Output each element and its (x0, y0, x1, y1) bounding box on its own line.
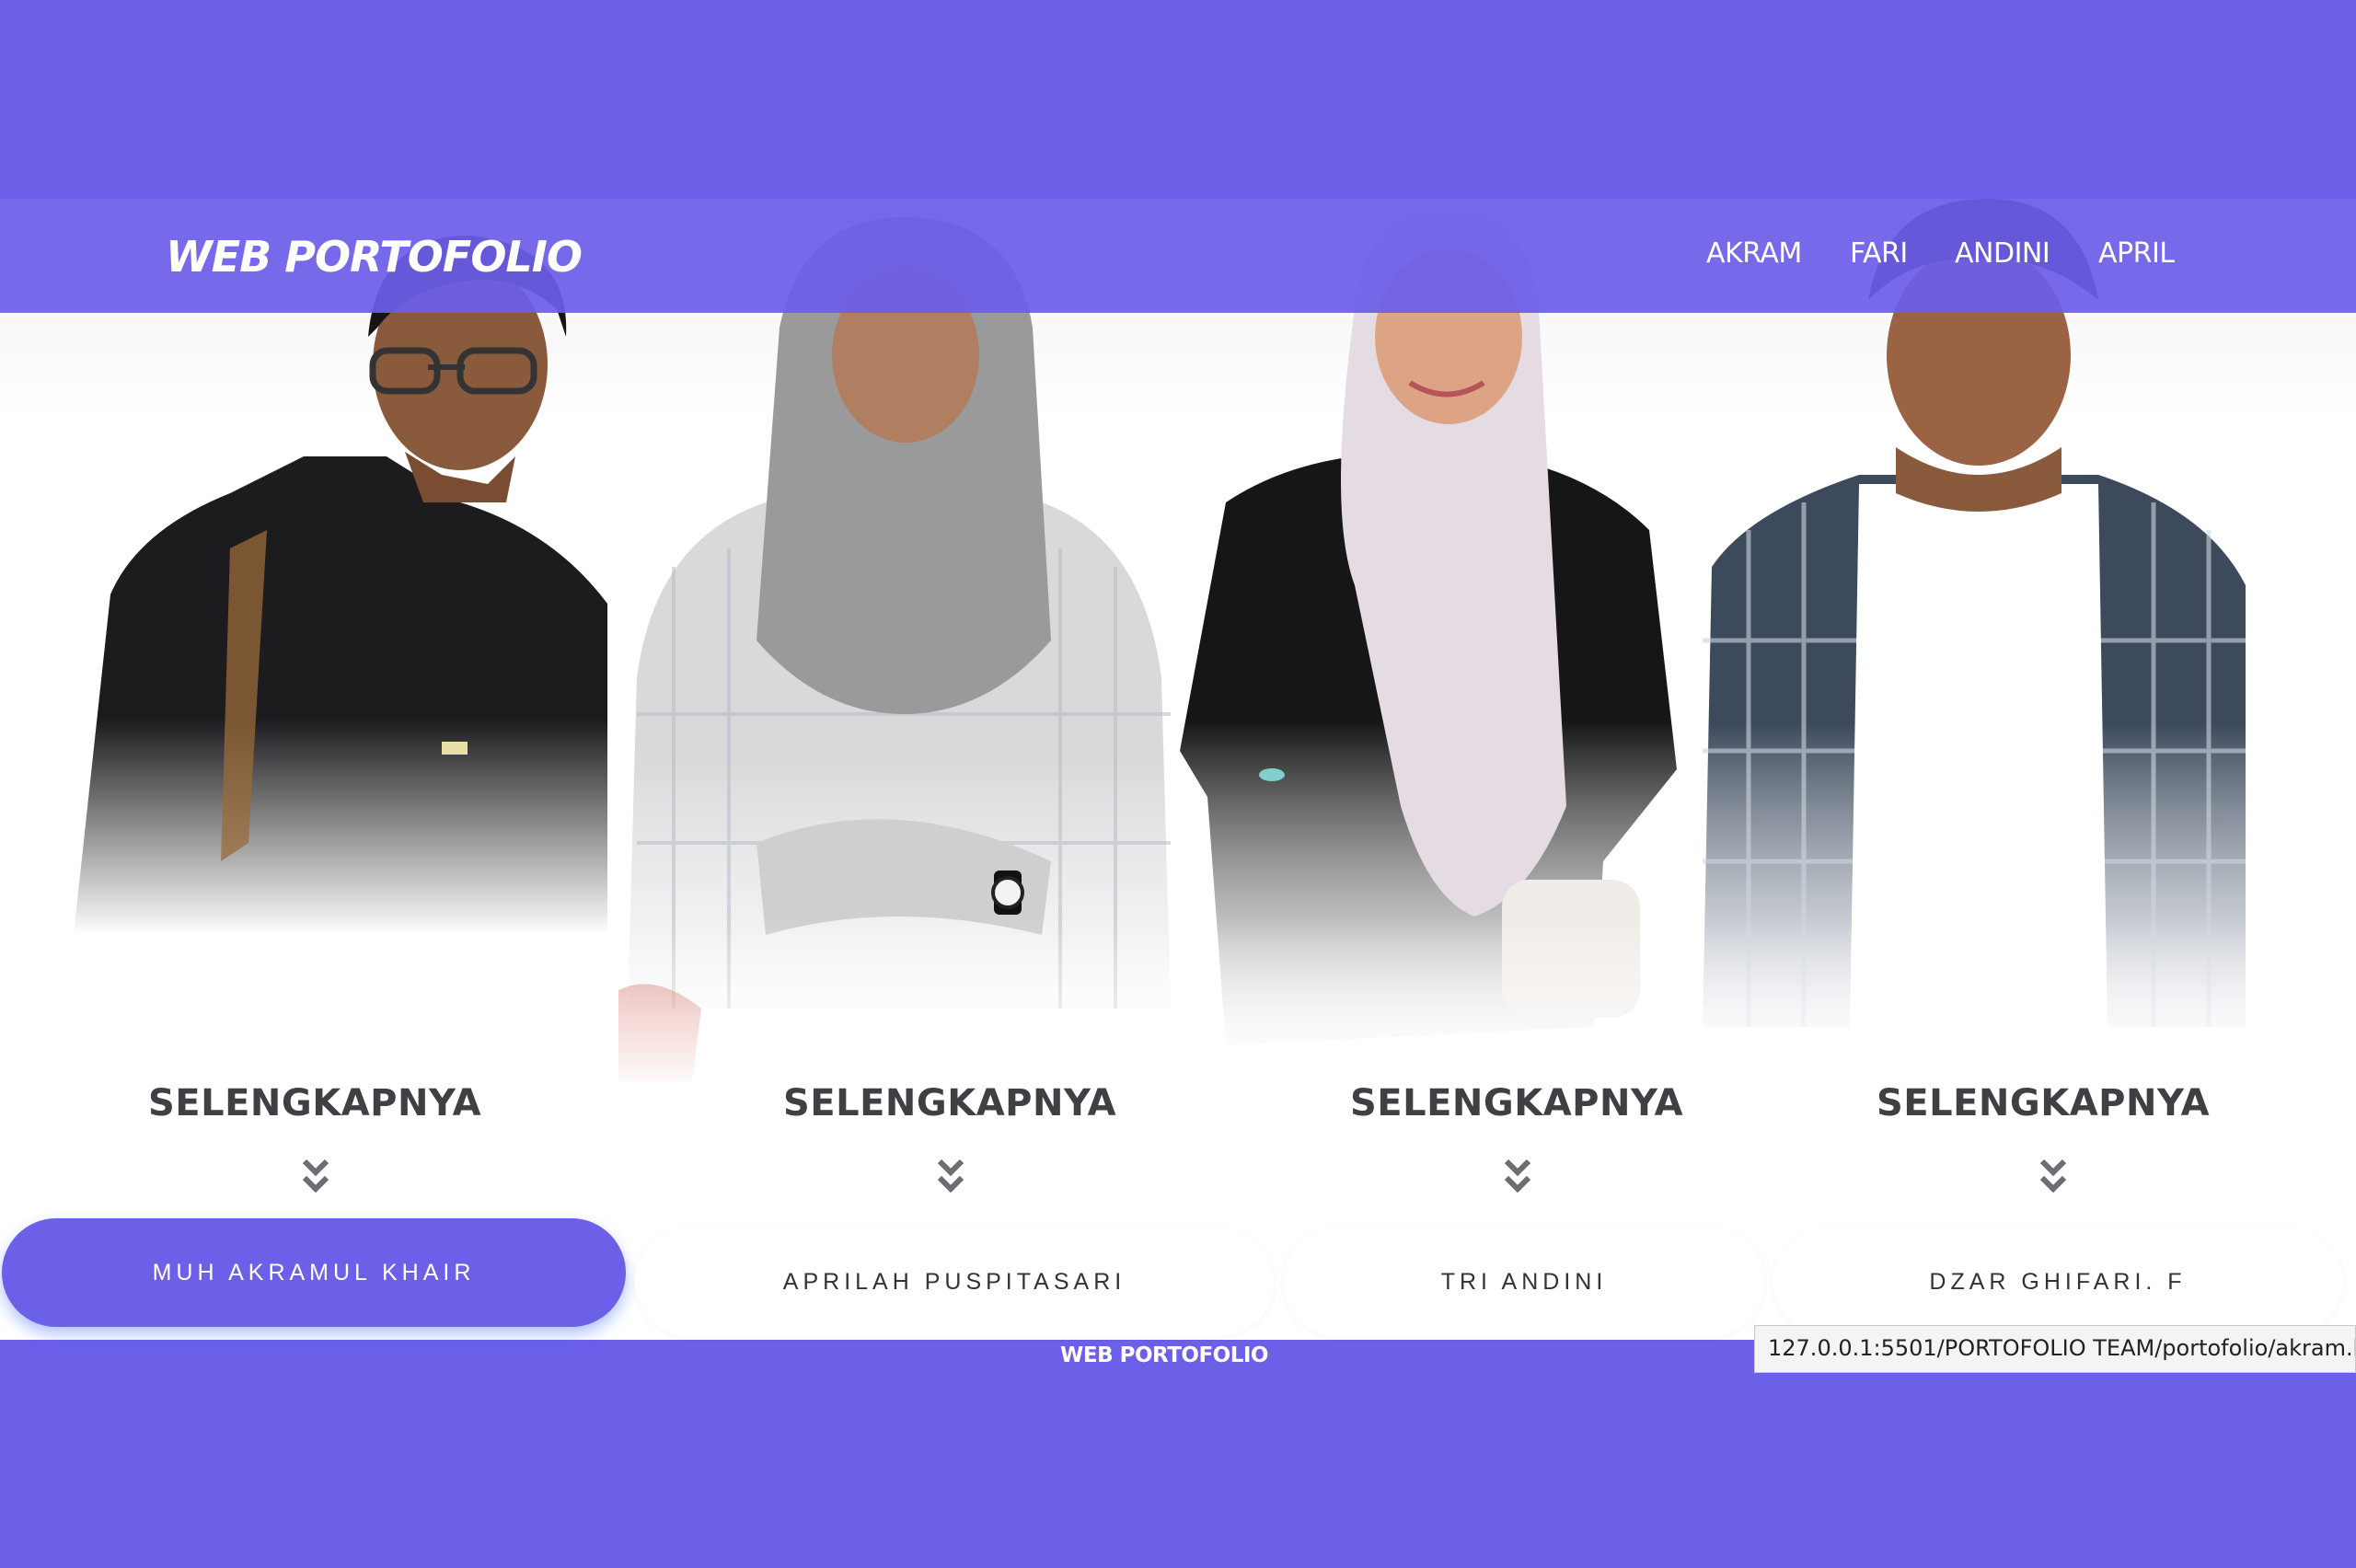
nav-link-akram[interactable]: AKRAM (1706, 237, 1802, 270)
selengkapnya-label-andini: SELENGKAPNYA (1349, 1082, 1684, 1124)
name-button-andini[interactable]: TRI ANDINI (1283, 1228, 1765, 1336)
chevron-double-down-icon[interactable] (1504, 1158, 1531, 1196)
selengkapnya-label-akram: SELENGKAPNYA (147, 1082, 482, 1124)
selengkapnya-label-dzar: SELENGKAPNYA (1876, 1082, 2211, 1124)
name-button-akram[interactable]: MUH AKRAMUL KHAIR (2, 1218, 626, 1327)
status-bar-url: 127.0.0.1:5501/PORTOFOLIO TEAM/portofoli… (1754, 1325, 2356, 1373)
nav-link-andini[interactable]: ANDINI (1955, 237, 2050, 270)
nav-link-fari[interactable]: FARI (1850, 237, 1908, 270)
name-button-aprilah[interactable]: APRILAH PUSPITASARI (635, 1228, 1274, 1336)
chevron-double-down-icon[interactable] (2039, 1158, 2067, 1196)
name-button-dzar[interactable]: DZAR GHIFARI. F (1773, 1228, 2343, 1336)
nav-link-april[interactable]: APRIL (2098, 237, 2175, 270)
chevron-double-down-icon[interactable] (302, 1158, 329, 1196)
nav-links: AKRAM FARI ANDINI APRIL (0, 237, 2356, 274)
navbar: WEB PORTOFOLIO AKRAM FARI ANDINI APRIL (0, 199, 2356, 313)
selengkapnya-label-aprilah: SELENGKAPNYA (782, 1082, 1117, 1124)
chevron-double-down-icon[interactable] (937, 1158, 964, 1196)
